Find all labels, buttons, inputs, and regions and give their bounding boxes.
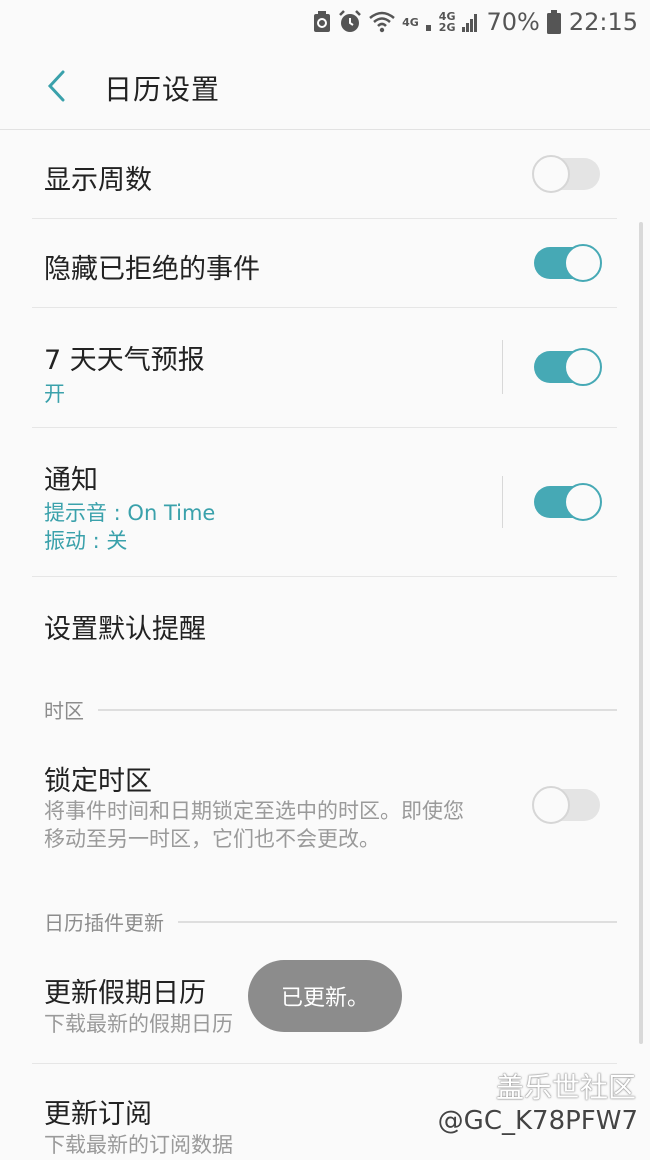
hide-declined-events-row[interactable]: 隐藏已拒绝的事件 (32, 219, 617, 308)
weather-forecast-toggle[interactable] (534, 348, 602, 386)
lock-timezone-desc-2: 移动至另一时区，它们也不会更改。 (44, 827, 380, 851)
notification-vibrate: 振动 : 关 (44, 529, 128, 553)
chevron-left-icon (47, 70, 65, 102)
signal-bars-icon (462, 11, 478, 33)
network-type-1: 4G (402, 15, 419, 29)
lock-timezone-toggle[interactable] (532, 786, 602, 824)
network-type-2: 4G 2G (438, 10, 456, 34)
update-holiday-calendar-desc: 下载最新的假期日历 (44, 1012, 233, 1036)
section-divider (178, 920, 617, 923)
signal-icon (425, 11, 432, 33)
notification-sound: 提示音 : On Time (44, 501, 216, 525)
default-reminder-row[interactable]: 设置默认提醒 (32, 577, 617, 672)
show-week-numbers-toggle[interactable] (532, 155, 602, 193)
hide-declined-events-toggle[interactable] (534, 244, 602, 282)
default-reminder-label: 设置默认提醒 (44, 614, 206, 645)
lock-timezone-label: 锁定时区 (44, 766, 152, 797)
weather-forecast-row[interactable]: 7 天天气预报 开 (32, 308, 617, 428)
toast-message: 已更新。 (248, 960, 402, 1032)
notifications-row[interactable]: 通知 提示音 : On Time 振动 : 关 (32, 428, 617, 577)
weather-forecast-status: 开 (44, 382, 65, 406)
update-subscription-label: 更新订阅 (44, 1099, 152, 1130)
wifi-icon (369, 11, 395, 33)
scrollbar[interactable] (639, 222, 643, 1044)
back-button[interactable] (36, 66, 76, 106)
notifications-toggle[interactable] (534, 483, 602, 521)
timezone-section-header: 时区 (44, 695, 617, 724)
lock-timezone-row[interactable]: 锁定时区 将事件时间和日期锁定至选中的时区。即使您 移动至另一时区，它们也不会更… (32, 735, 617, 885)
battery-percentage: 70% (486, 8, 540, 36)
page-title: 日历设置 (104, 73, 221, 106)
divider (502, 476, 503, 528)
app-bar: 日历设置 (0, 44, 650, 130)
plugin-update-section-header: 日历插件更新 (44, 907, 617, 936)
watermark-community: 盖乐世社区 (495, 1071, 636, 1104)
weather-forecast-label: 7 天天气预报 (44, 345, 205, 376)
status-bar: 4G 4G 2G 70% 22:15 (0, 0, 650, 44)
lock-timezone-desc-1: 将事件时间和日期锁定至选中的时区。即使您 (44, 799, 464, 823)
divider (502, 340, 503, 394)
clock: 22:15 (568, 8, 638, 36)
alarm-icon (338, 10, 362, 34)
watermark-user: @GC_K78PFW7 (437, 1106, 638, 1136)
show-week-numbers-label: 显示周数 (44, 165, 152, 196)
battery-icon (546, 10, 561, 34)
section-divider (98, 708, 617, 711)
recycle-notification-icon (313, 11, 331, 33)
update-holiday-calendar-label: 更新假期日历 (44, 978, 206, 1009)
hide-declined-events-label: 隐藏已拒绝的事件 (44, 254, 260, 285)
show-week-numbers-row[interactable]: 显示周数 (32, 130, 617, 219)
notifications-label: 通知 (44, 465, 98, 496)
